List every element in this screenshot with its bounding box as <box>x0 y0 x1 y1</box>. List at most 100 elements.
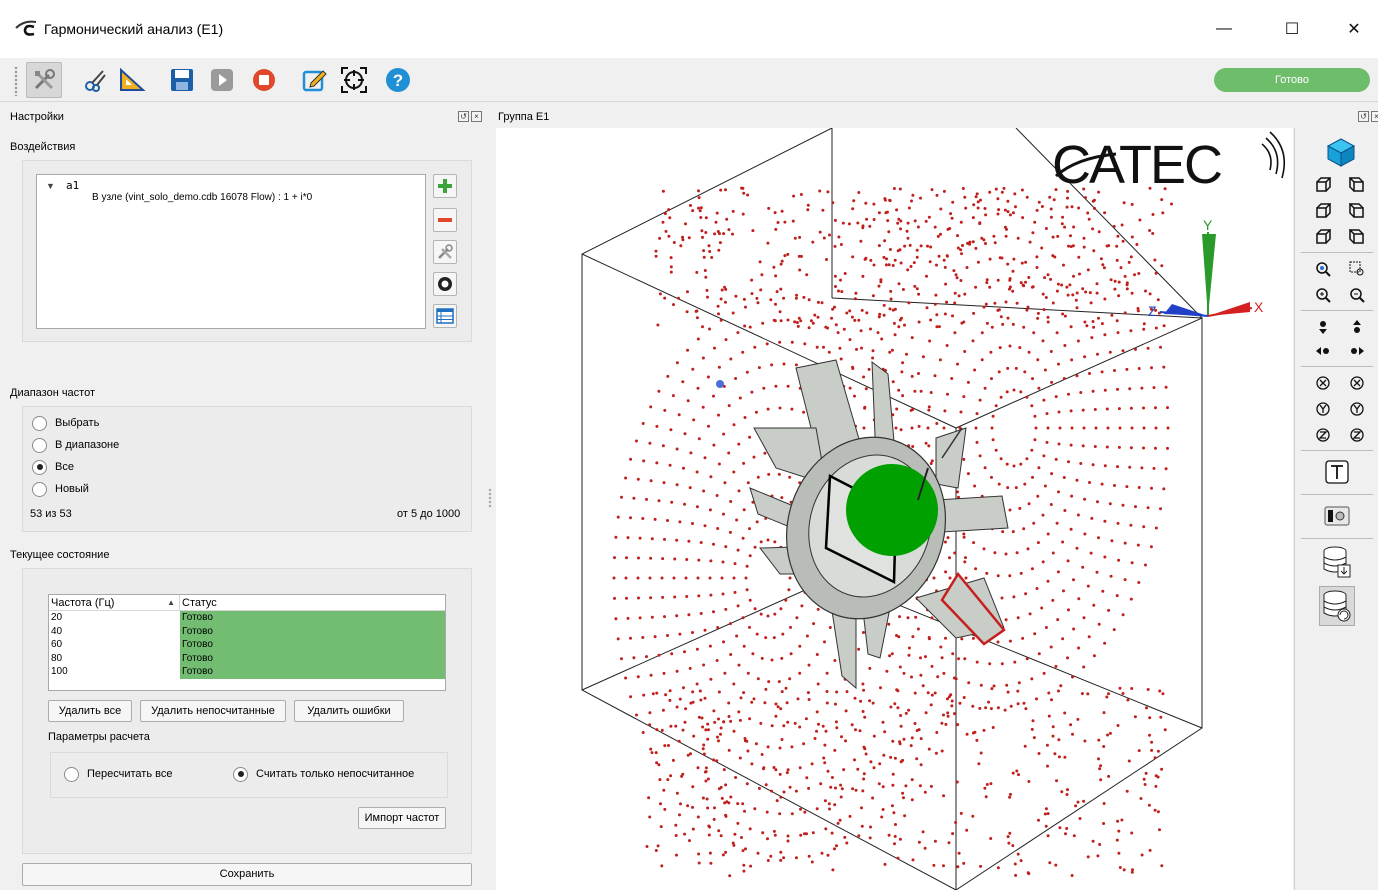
zoom-out-icon[interactable] <box>1345 284 1369 306</box>
svg-text:?: ? <box>393 71 403 90</box>
screenshot-icon[interactable] <box>1323 502 1351 530</box>
front-view-icon[interactable] <box>1311 174 1335 196</box>
3d-viewport[interactable]: Y X Z CATEC <box>496 128 1293 890</box>
stop-icon[interactable] <box>246 62 282 98</box>
target-icon[interactable] <box>336 62 372 98</box>
toolbar-separator <box>1301 538 1373 539</box>
radio-calc-uncalc[interactable]: Считать только непосчитанное <box>233 766 414 782</box>
pan-left-icon[interactable] <box>1311 340 1335 362</box>
radio-new[interactable]: Новый <box>32 481 89 497</box>
rotate-z-neg-icon[interactable] <box>1311 424 1335 446</box>
logo-swoosh-icon <box>1261 131 1286 179</box>
left-view-icon[interactable] <box>1311 200 1335 222</box>
col-frequency[interactable]: Частота (Гц) ▲ <box>49 595 180 610</box>
db-refresh-icon[interactable] <box>1319 586 1355 626</box>
float-panel-icon[interactable]: ↺ <box>458 111 469 122</box>
toolbar-separator <box>1301 450 1373 451</box>
ring-icon[interactable] <box>433 272 457 296</box>
top-view-icon[interactable] <box>1311 226 1335 248</box>
rotate-y-neg-icon[interactable] <box>1311 398 1335 420</box>
right-view-icon[interactable] <box>1345 200 1369 222</box>
freq-table-header: Частота (Гц) ▲ Статус <box>49 595 445 611</box>
loads-tree[interactable]: ▼ a1 В узле (vint_solo_demo.cdb 16078 Fl… <box>36 174 426 329</box>
pan-down-icon[interactable] <box>1311 316 1335 338</box>
pan-right-icon[interactable] <box>1345 340 1369 362</box>
edit-note-icon[interactable] <box>296 62 332 98</box>
iso-view-icon[interactable] <box>1325 136 1357 168</box>
panel-splitter[interactable] <box>488 488 492 508</box>
toolbar-separator <box>1301 494 1373 495</box>
rotate-y-pos-icon[interactable] <box>1345 398 1369 420</box>
fan-model <box>749 359 1009 690</box>
selected-node-marker <box>716 380 724 388</box>
scissors-icon[interactable] <box>78 62 114 98</box>
app-logo-icon <box>15 20 37 36</box>
freq-count: 53 из 53 <box>30 508 72 520</box>
delete-errors-button[interactable]: Удалить ошибки <box>294 700 404 722</box>
settings-panel-title: Настройки <box>10 111 64 123</box>
save-icon[interactable] <box>164 62 200 98</box>
import-frequencies-button[interactable]: Импорт частот <box>358 807 446 829</box>
ruler-triangle-icon[interactable] <box>114 62 150 98</box>
minimize-icon[interactable]: — <box>1204 14 1244 44</box>
table-row[interactable]: 40 Готово <box>49 624 445 638</box>
zoom-fit-icon[interactable] <box>1311 258 1335 280</box>
pan-up-icon[interactable] <box>1345 316 1369 338</box>
current-state-label: Текущее состояние <box>10 549 110 561</box>
viewport-title: Группа E1 <box>498 111 550 123</box>
delete-uncalc-button[interactable]: Удалить непосчитанные <box>140 700 286 722</box>
axis-z-label: Z <box>1148 303 1157 319</box>
status-badge: Готово <box>1214 68 1370 92</box>
delete-all-button[interactable]: Удалить все <box>48 700 132 722</box>
table-row[interactable]: 20 Готово <box>49 611 445 625</box>
table-row[interactable]: 100 Готово <box>49 665 445 679</box>
window-title: Гармонический анализ (E1) <box>44 21 224 37</box>
radio-recalc-all[interactable]: Пересчитать все <box>64 766 172 782</box>
zoom-region-icon[interactable] <box>1345 258 1369 280</box>
table-icon[interactable] <box>433 304 457 328</box>
table-row[interactable]: 60 Готово <box>49 638 445 652</box>
toolbar-separator <box>1301 366 1373 367</box>
play-icon[interactable] <box>204 62 240 98</box>
table-row[interactable]: 80 Готово <box>49 651 445 665</box>
loads-section-label: Воздействия <box>10 141 76 153</box>
bottom-view-icon[interactable] <box>1345 226 1369 248</box>
text-label-icon[interactable] <box>1323 458 1351 486</box>
close-viewport-icon[interactable]: × <box>1371 111 1378 122</box>
close-icon[interactable]: ✕ <box>1334 14 1374 44</box>
axis-y-label: Y <box>1203 217 1213 233</box>
rotate-x-neg-icon[interactable] <box>1311 372 1335 394</box>
toolbar-separator <box>1301 252 1373 253</box>
calc-params-label: Параметры расчета <box>48 731 150 743</box>
edit-tools-icon[interactable] <box>433 240 457 264</box>
col-status[interactable]: Статус <box>180 595 217 610</box>
add-icon[interactable] <box>433 174 457 198</box>
settings-tools-icon[interactable] <box>26 62 62 98</box>
back-view-icon[interactable] <box>1345 174 1369 196</box>
panel-dock-buttons: ↺ × <box>458 111 482 122</box>
rotate-z-pos-icon[interactable] <box>1345 424 1369 446</box>
radio-in-range[interactable]: В диапазоне <box>32 437 119 453</box>
maximize-icon[interactable]: ☐ <box>1272 14 1312 44</box>
float-viewport-icon[interactable]: ↺ <box>1358 111 1369 122</box>
viewport-dock-buttons: ↺ × <box>1358 111 1378 122</box>
close-panel-icon[interactable]: × <box>471 111 482 122</box>
load-name[interactable]: a1 <box>66 179 79 192</box>
help-icon[interactable]: ? <box>380 62 416 98</box>
freq-table[interactable]: Частота (Гц) ▲ Статус 20 Готово 40 Готово 6… <box>48 594 446 691</box>
load-description[interactable]: В узле (vint_solo_demo.cdb 16078 Flow) :… <box>92 192 312 203</box>
radio-all[interactable]: Все <box>32 459 74 475</box>
save-button[interactable]: Сохранить <box>22 863 472 886</box>
main-toolbar: ? <box>0 58 1378 102</box>
toolbar-grip[interactable] <box>14 66 18 96</box>
db-export-icon[interactable] <box>1321 544 1353 580</box>
rotate-x-pos-icon[interactable] <box>1345 372 1369 394</box>
scene-canvas[interactable]: Y X Z <box>496 128 1293 890</box>
expand-arrow-icon[interactable]: ▼ <box>46 181 55 191</box>
freq-range-value: от 5 до 1000 <box>397 508 461 520</box>
viewport-header: Группа E1 ↺ × <box>490 108 1378 128</box>
remove-icon[interactable] <box>433 208 457 232</box>
view-toolbar <box>1294 128 1378 890</box>
zoom-in-icon[interactable] <box>1311 284 1335 306</box>
radio-select[interactable]: Выбрать <box>32 415 99 431</box>
